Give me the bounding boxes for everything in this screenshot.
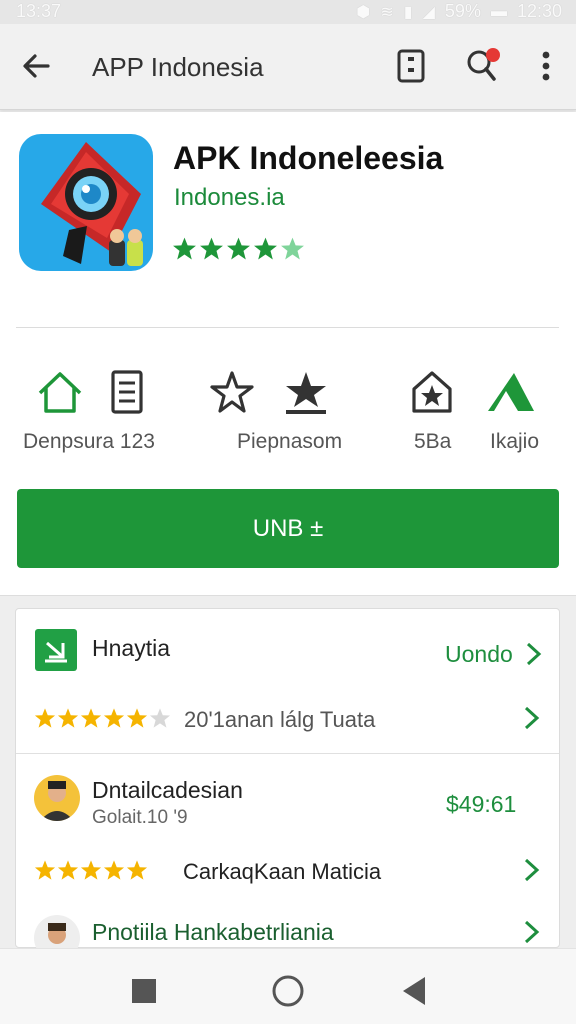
shield-icon: ⬢ [356,3,371,21]
star-icon [80,860,102,880]
page-title: APP Indonesia [92,52,264,82]
reviews-card: Hnaytia Uondo 20'1anan lálg Tuata Dntail… [15,608,560,961]
feature-label: Ikajio [490,430,540,453]
star-icon [80,708,102,728]
recents-square-icon[interactable] [130,977,158,1005]
back-arrow-icon[interactable] [18,48,54,84]
reviewer-name: Dntailcadesian [92,777,243,803]
play-triangle-icon[interactable] [484,367,536,419]
feature-label: Piepnasom [237,430,343,453]
star-icon [200,237,223,260]
review-text: CarkaqKaan Maticia [183,859,382,884]
app-bar: APP Indonesia [0,24,576,110]
sim-icon: ▮ [403,3,413,21]
next-reviewer-name: Pnotiila Hankabetrliania [92,919,334,945]
mail-star-icon[interactable] [406,367,458,419]
star-icon [103,708,125,728]
signal-icon: ◢ [422,3,435,21]
feature-label: Denpsura 123 [23,430,155,453]
status-icons: ⬢ ≋ ▮ ◢ 59% ▬ 12:30 [356,1,562,22]
star-icon [254,237,277,260]
section-link[interactable]: Uondo [445,641,513,668]
star-empty-icon [149,708,171,728]
summary-stars [34,707,171,729]
status-time-right: 12:30 [516,1,562,21]
star-icon [126,860,148,880]
back-triangle-icon[interactable] [401,975,429,1007]
star-icon [57,708,79,728]
developer-link[interactable]: Indones.ia [174,184,285,212]
app-icon [19,134,153,271]
star-half-icon [281,237,304,260]
star-outline-icon[interactable] [206,367,258,419]
divider [16,327,559,328]
section-title: Hnaytia [92,635,170,661]
chevron-right-icon[interactable] [520,705,542,731]
wifi-icon: ≋ [380,3,394,21]
app-header-card: APK Indoneleesia Indones.ia Denpsura 123… [0,112,576,596]
chevron-right-icon[interactable] [520,857,542,883]
star-icon [57,860,79,880]
home-icon[interactable] [34,367,86,419]
review-stars [34,859,148,881]
avatar [34,775,80,821]
star-icon [103,860,125,880]
more-vert-icon[interactable] [526,46,566,86]
star-icon [227,237,250,260]
star-icon [34,708,56,728]
status-time-left: 13:37 [16,1,62,21]
app-name: APK Indoneleesia [173,140,444,176]
clipboard-icon[interactable] [391,46,431,86]
star-filled-icon[interactable] [280,367,332,419]
reviewer-sub: Golait.10 '9 [92,807,188,828]
star-icon [34,860,56,880]
system-nav-bar [0,948,576,1024]
section-icon [35,629,77,671]
star-icon [173,237,196,260]
status-bar: 13:37 ⬢ ≋ ▮ ◢ 59% ▬ 12:30 [0,0,576,24]
home-circle-icon[interactable] [270,973,306,1009]
app-rating-stars [172,236,305,261]
checkmark-icon [45,641,67,663]
battery-text: 59% [444,1,481,21]
star-half-icon [126,708,148,728]
rating-summary-text: 20'1anan lálg Tuata [184,707,376,732]
feature-label: 5Ba [414,430,452,453]
notification-badge [486,48,500,62]
chevron-right-icon[interactable] [520,919,542,945]
document-icon[interactable] [101,367,153,419]
divider [16,753,559,754]
chevron-right-icon[interactable] [522,641,544,667]
search-notification-button[interactable] [462,46,502,86]
install-button[interactable]: UNB ± [17,489,559,568]
price-text: $49:61 [446,791,517,817]
battery-icon: ▬ [490,2,507,20]
